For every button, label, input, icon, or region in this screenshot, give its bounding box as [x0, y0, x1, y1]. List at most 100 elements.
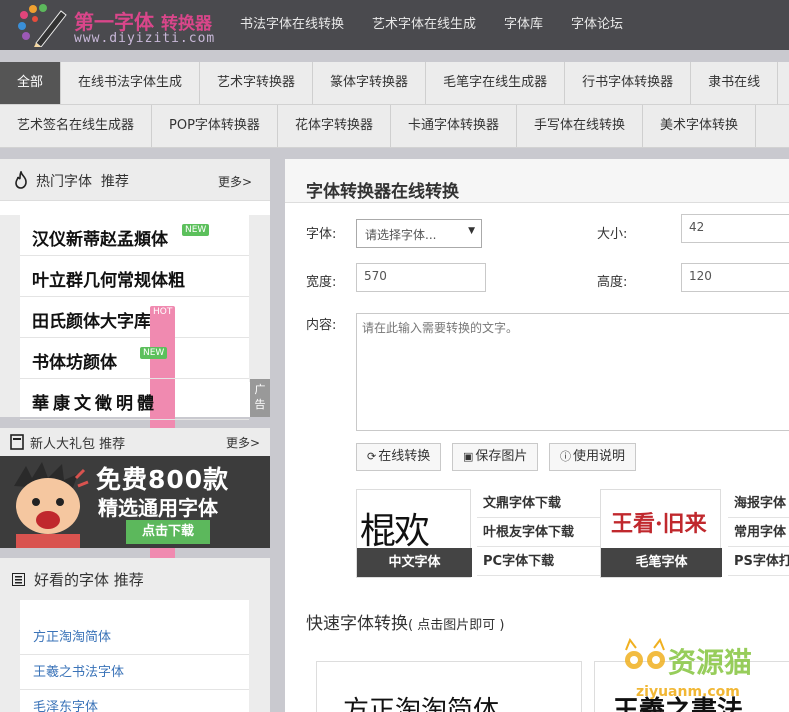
gift-download-button[interactable]: 点击下载 — [126, 520, 210, 544]
nav-link-art-font[interactable]: 艺术字体在线生成 — [372, 0, 476, 50]
category-item[interactable]: 艺术签名在线生成器 — [0, 105, 153, 147]
download-links-1: 文鼎字体下载 叶根友字体下载 PC字体下载 — [477, 489, 605, 578]
download-link[interactable]: 常用字体 — [728, 518, 789, 547]
category-item[interactable]: 花体字转换器 — [277, 105, 391, 147]
hot-fonts-suffix: 推荐 — [100, 174, 129, 190]
gift-headline: 免费800款 — [96, 465, 230, 494]
gift-title: 新人大礼包 — [30, 437, 96, 452]
document-icon — [10, 434, 24, 450]
header-gap — [0, 50, 789, 62]
nice-fonts-title: 好看的字体 — [34, 571, 110, 589]
info-icon: ⓘ — [560, 450, 571, 463]
watermark-en: ziyuanm.com — [636, 684, 740, 700]
chinese-font-sample: 棍欢 — [360, 511, 430, 552]
convert-button[interactable]: ⟳ 在线转换 — [356, 443, 442, 471]
save-image-label: 保存图片 — [475, 449, 528, 464]
category-bar-1: 全部 在线书法字体生成 艺术字转换器 篆体字转换器 毛笔字在线生成器 行书字体转… — [0, 62, 789, 105]
category-item[interactable]: 行书字体转换器 — [565, 62, 692, 104]
size-label: 大小: — [597, 227, 628, 242]
ad-label: 广告 — [250, 379, 270, 417]
quick-font-card[interactable]: 方正淘淘简体 — [316, 661, 582, 712]
pencil-logo-icon — [18, 4, 67, 47]
new-badge: NEW — [182, 224, 210, 236]
category-item[interactable]: 手写体在线转换 — [516, 105, 643, 147]
gift-header: 新人大礼包 推荐 更多> — [0, 428, 270, 456]
panel-margin — [249, 600, 270, 712]
hot-font-item[interactable]: 田氏颜体大字库 HOT — [20, 297, 249, 564]
logo-url: www.diyiziti.com — [74, 31, 216, 46]
hot-font-name: 汉仪新蒂赵孟頫体 — [32, 230, 168, 250]
font-select[interactable]: 请选择字体... ▼ — [356, 219, 482, 248]
chinese-font-tile[interactable]: 棍欢 中文字体 — [356, 489, 472, 578]
category-item[interactable]: POP字体转换器 — [152, 105, 278, 147]
category-all[interactable]: 全部 — [0, 62, 62, 104]
gift-banner[interactable]: 免费800款 精选通用字体 点击下载 — [0, 456, 270, 548]
gift-subline: 精选通用字体 — [98, 496, 218, 520]
hot-font-item[interactable]: 汉仪新蒂赵孟頫体 NEW — [20, 215, 249, 256]
brush-font-tile[interactable]: 王看·旧来 毛笔字体 — [600, 489, 722, 578]
category-bar-2: 艺术签名在线生成器 POP字体转换器 花体字转换器 卡通字体转换器 手写体在线转… — [0, 105, 789, 148]
category-item[interactable]: 在线书法字体生成 — [61, 62, 201, 104]
hot-font-list: 汉仪新蒂赵孟頫体 NEW 叶立群几何常规体粗 田氏颜体大字库 HOT 书体坊颜体 NE… — [20, 215, 249, 564]
hot-font-item[interactable]: 叶立群几何常规体粗 — [20, 256, 249, 297]
help-label: 使用说明 — [573, 449, 626, 464]
fire-icon — [15, 171, 27, 189]
image-icon: ▣ — [463, 450, 474, 463]
panel-margin — [0, 600, 20, 712]
width-input[interactable]: 570 — [356, 263, 486, 292]
category-item[interactable]: 隶书在线 — [691, 62, 779, 104]
nav-link-font-library[interactable]: 字体库 — [504, 0, 543, 50]
quick-font-sample: 方正淘淘简体 — [343, 696, 500, 712]
ziyuanmao-watermark: 资源猫 ziyuanm.com — [625, 638, 752, 700]
category-item[interactable]: 毛笔字在线生成器 — [426, 62, 566, 104]
category-item[interactable]: 美术字体转换 — [642, 105, 756, 147]
save-image-button[interactable]: ▣ 保存图片 — [452, 443, 539, 471]
dropdown-arrow-icon: ▼ — [468, 226, 475, 236]
hot-font-name: 田氏颜体大字库 — [32, 312, 151, 332]
category-item[interactable]: 卡通字体转换器 — [390, 105, 517, 147]
category-item[interactable]: 艺术字转换器 — [200, 62, 314, 104]
download-link[interactable]: 文鼎字体下载 — [477, 489, 605, 518]
download-link[interactable]: 海报字体 — [728, 489, 789, 518]
hot-fonts-title: 热门字体 — [36, 174, 92, 190]
nice-font-link[interactable]: 方正淘淘简体 — [20, 620, 249, 655]
nice-font-list: 方正淘淘简体 王羲之书法字体 毛泽东字体 — [20, 620, 249, 712]
site-logo[interactable]: 第一字体 转换器 www.diyiziti.com — [14, 3, 224, 47]
content-label: 内容: — [306, 318, 337, 333]
panel-margin — [0, 215, 20, 417]
width-label: 宽度: — [306, 275, 337, 290]
quick-convert-hint: ( 点击图片即可 ) — [408, 618, 505, 633]
list-icon — [12, 573, 25, 586]
nav-link-calligraphy[interactable]: 书法字体在线转换 — [240, 0, 344, 50]
nice-font-link[interactable]: 毛泽东字体 — [20, 690, 249, 712]
size-input[interactable]: 42 — [681, 214, 789, 243]
nav-link-forum[interactable]: 字体论坛 — [571, 0, 623, 50]
gift-suffix: 推荐 — [99, 437, 126, 452]
hot-fonts-more-link[interactable]: 更多> — [218, 173, 252, 190]
nice-fonts-suffix: 推荐 — [113, 571, 144, 589]
height-label: 高度: — [597, 275, 628, 290]
download-link[interactable]: PS字体打 — [728, 547, 789, 576]
hot-font-name: 书体坊颜体 — [32, 353, 117, 373]
gift-panel: 新人大礼包 推荐 更多> 免费800款 精选通用字体 点击下载 — [0, 428, 270, 548]
hot-font-name: 華康文徵明體 — [32, 394, 158, 414]
content-textarea[interactable]: 请在此输入需要转换的文字。 — [356, 313, 789, 431]
quick-convert-heading: 快速字体转换 — [306, 614, 408, 634]
nice-font-link[interactable]: 王羲之书法字体 — [20, 655, 249, 690]
hot-fonts-panel: 热门字体 推荐 更多> 汉仪新蒂赵孟頫体 NEW 叶立群几何常规体粗 田氏颜体大字… — [0, 159, 270, 564]
font-select-value: 请选择字体... — [365, 228, 437, 242]
category-item[interactable]: 篆体字转换器 — [313, 62, 427, 104]
hot-font-item[interactable]: 華康文徵明體 — [20, 379, 249, 420]
panel-margin — [249, 215, 270, 382]
hot-font-item[interactable]: 书体坊颜体 NEW — [20, 338, 249, 379]
height-input[interactable]: 120 — [681, 263, 789, 292]
download-link[interactable]: PC字体下载 — [477, 547, 605, 576]
download-link[interactable]: 叶根友字体下载 — [477, 518, 605, 547]
gift-more-link[interactable]: 更多> — [226, 434, 260, 451]
cartoon-boy-icon — [14, 462, 89, 548]
download-links-2: 海报字体 常用字体 PS字体打 — [728, 489, 789, 578]
top-nav: 书法字体在线转换 艺术字体在线生成 字体库 字体论坛 — [240, 0, 651, 50]
help-button[interactable]: ⓘ 使用说明 — [549, 443, 637, 471]
hot-fonts-header: 热门字体 推荐 更多> — [0, 159, 270, 201]
quick-convert-title: 快速字体转换( 点击图片即可 ) — [306, 609, 504, 634]
